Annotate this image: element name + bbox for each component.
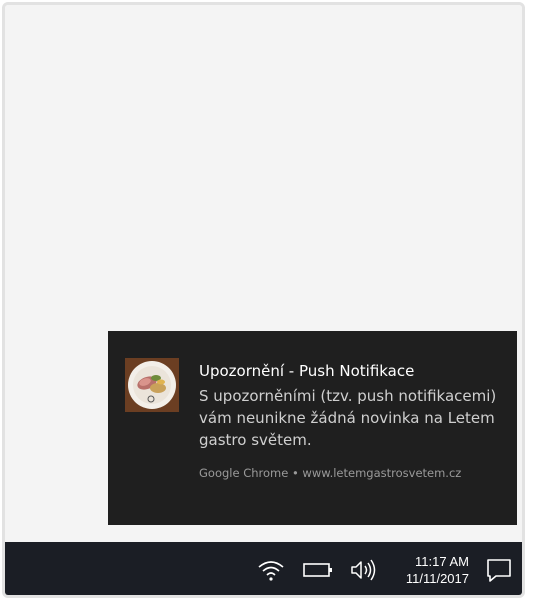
notification-body: S upozorněními (tzv. push notifikacemi) … <box>199 387 497 449</box>
volume-icon[interactable] <box>348 556 378 584</box>
push-notification-toast[interactable]: Upozornění - Push Notifikace S upozorněn… <box>108 331 517 525</box>
taskbar: 11:17 AM 11/11/2017 <box>5 542 522 595</box>
window-frame: Upozornění - Push Notifikace S upozorněn… <box>2 2 525 598</box>
clock-time: 11:17 AM <box>415 554 469 569</box>
notification-source: Google Chrome • www.letemgastrosvetem.cz <box>199 466 462 480</box>
notification-thumbnail-image <box>125 358 179 412</box>
action-center-icon[interactable] <box>483 556 515 584</box>
taskbar-clock[interactable]: 11:17 AM 11/11/2017 <box>383 553 469 587</box>
wifi-icon[interactable] <box>255 556 287 584</box>
battery-icon[interactable] <box>301 556 335 584</box>
notification-title: Upozornění - Push Notifikace <box>199 362 415 380</box>
clock-date: 11/11/2017 <box>405 571 469 586</box>
